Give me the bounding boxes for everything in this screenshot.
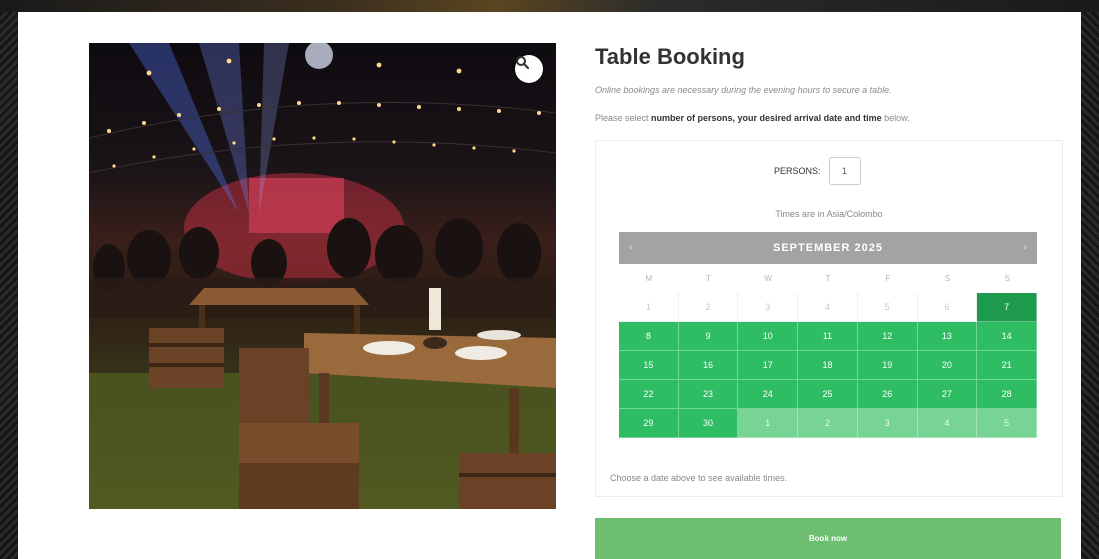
calendar-day-avail[interactable]: 13: [917, 322, 978, 351]
calendar-day-avail[interactable]: 21: [977, 351, 1037, 380]
restaurant-scene: [89, 43, 556, 509]
calendar-day-avail[interactable]: 22: [619, 380, 679, 409]
calendar-day-next[interactable]: 3: [857, 409, 918, 438]
persons-input[interactable]: [828, 157, 861, 185]
calendar-day-past: 1: [619, 293, 679, 322]
page-title: Table Booking: [595, 44, 745, 69]
weekday-label: S: [944, 274, 951, 283]
calendar-day-avail[interactable]: 27: [917, 380, 978, 409]
calendar: SEPTEMBER 2025 ‹ › MTWTFSS 1 2 3 4 5 6 7 8 9 10 11…: [619, 232, 1037, 438]
calendar-day-next[interactable]: 4: [917, 409, 978, 438]
book-now-button[interactable]: Book now: [595, 518, 1061, 559]
zoom-button[interactable]: [515, 55, 543, 83]
instruction-emphasis: number of persons, your desired arrival …: [651, 113, 882, 123]
calendar-day-today[interactable]: 7: [977, 293, 1037, 322]
calendar-week-row: 29 30 1 2 3 4 5: [619, 409, 1037, 438]
calendar-header: SEPTEMBER 2025 ‹ ›: [619, 232, 1037, 264]
calendar-day-avail[interactable]: 28: [977, 380, 1037, 409]
calendar-day-avail[interactable]: 8: [619, 322, 679, 351]
calendar-day-avail[interactable]: 9: [678, 322, 739, 351]
next-month-button[interactable]: ›: [1013, 232, 1037, 264]
calendar-day-avail[interactable]: 18: [798, 351, 858, 380]
weekday-label: S: [1004, 274, 1010, 283]
calendar-week-row: 15 16 17 18 19 20 21: [619, 351, 1037, 380]
calendar-day-grid: 1 2 3 4 5 6 7 8 9 10 11 12 13 14 15 16 17 18 19 20 21 22 23 24 2…: [619, 293, 1037, 438]
calendar-day-avail[interactable]: 10: [738, 322, 799, 351]
calendar-day-avail[interactable]: 11: [798, 322, 858, 351]
calendar-day-past: 3: [738, 293, 799, 322]
timezone-note: Times are in Asia/Colombo: [775, 209, 883, 219]
calendar-day-next[interactable]: 5: [977, 409, 1037, 438]
calendar-week-row: 22 23 24 25 26 27 28: [619, 380, 1037, 409]
calendar-day-avail[interactable]: 30: [678, 409, 739, 438]
calendar-week-row: 8 9 10 11 12 13 14: [619, 322, 1037, 351]
booking-widget: PERSONS: Times are in Asia/Colombo SEPTE…: [595, 140, 1063, 497]
calendar-day-avail[interactable]: 12: [857, 322, 918, 351]
booking-instructions: Please select number of persons, your de…: [595, 113, 910, 123]
top-banner-strip: [0, 0, 1099, 12]
calendar-day-avail[interactable]: 15: [619, 351, 679, 380]
weekday-label: F: [885, 274, 891, 283]
calendar-day-next[interactable]: 1: [738, 409, 799, 438]
calendar-day-avail[interactable]: 24: [738, 380, 799, 409]
instruction-suffix: below.: [881, 113, 910, 123]
left-border-texture: [0, 0, 18, 559]
calendar-day-avail[interactable]: 19: [857, 351, 918, 380]
calendar-day-avail[interactable]: 17: [738, 351, 799, 380]
booking-note: Online bookings are necessary during the…: [595, 85, 892, 95]
choose-date-hint: Choose a date above to see available tim…: [610, 473, 788, 483]
calendar-day-avail[interactable]: 26: [857, 380, 918, 409]
weekday-label: T: [706, 274, 711, 283]
calendar-day-past: 4: [798, 293, 858, 322]
weekday-header-row: MTWTFSS: [619, 264, 1037, 293]
calendar-day-past: 6: [917, 293, 978, 322]
persons-selector: PERSONS:: [774, 157, 861, 185]
calendar-day-avail[interactable]: 29: [619, 409, 679, 438]
calendar-day-past: 2: [678, 293, 739, 322]
content-panel: Table Booking Online bookings are necess…: [18, 12, 1081, 559]
weekday-label: W: [764, 274, 773, 283]
calendar-month-label: SEPTEMBER 2025: [773, 242, 883, 254]
weekday-label: M: [645, 274, 653, 283]
instruction-prefix: Please select: [595, 113, 652, 123]
magnifier-icon: [516, 56, 529, 69]
calendar-day-avail[interactable]: 16: [678, 351, 739, 380]
calendar-day-avail[interactable]: 25: [798, 380, 858, 409]
calendar-week-row: 1234567: [619, 293, 1037, 322]
persons-label: PERSONS:: [774, 166, 821, 176]
prev-month-button[interactable]: ‹: [619, 232, 643, 264]
calendar-day-avail[interactable]: 23: [678, 380, 739, 409]
calendar-day-avail[interactable]: 14: [977, 322, 1037, 351]
calendar-day-avail[interactable]: 20: [917, 351, 978, 380]
calendar-day-past: 5: [857, 293, 918, 322]
restaurant-photo[interactable]: [89, 43, 556, 509]
calendar-day-next[interactable]: 2: [798, 409, 858, 438]
weekday-label: T: [825, 274, 831, 283]
right-border-texture: [1081, 0, 1099, 559]
